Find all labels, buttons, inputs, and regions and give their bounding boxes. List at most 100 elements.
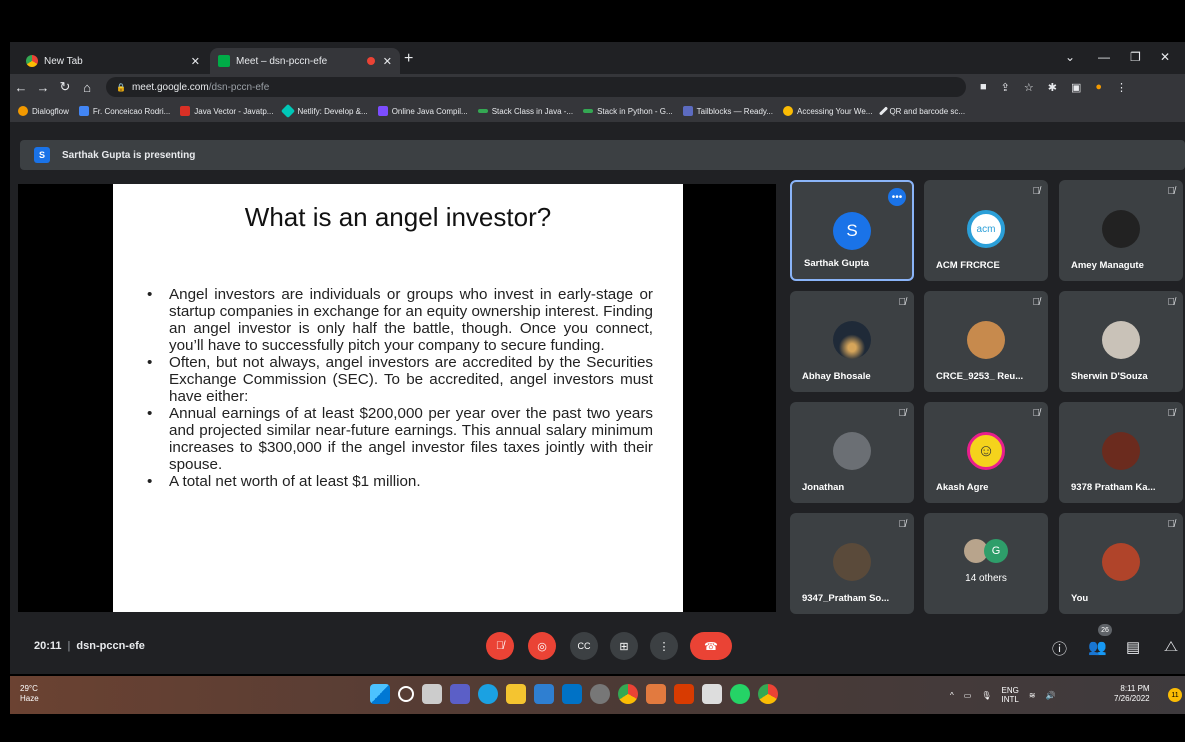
- participant-name: You: [1071, 593, 1089, 604]
- participant-tile[interactable]: 🎙̸ Abhay Bhosale: [790, 291, 914, 392]
- snip-icon[interactable]: [702, 684, 722, 704]
- search-icon[interactable]: [398, 686, 414, 702]
- avatar: G: [984, 539, 1008, 563]
- weather-condition: Haze: [20, 694, 39, 703]
- avatar: [1102, 543, 1140, 581]
- bookmark-item[interactable]: Stack in Python - G...: [583, 107, 673, 116]
- participant-tile[interactable]: ••• S Sarthak Gupta: [790, 180, 914, 281]
- chat-icon[interactable]: ▤: [1126, 638, 1140, 656]
- weather-widget[interactable]: 29°C Haze: [20, 684, 39, 704]
- participant-tile[interactable]: 🎙̸ 9347_Pratham So...: [790, 513, 914, 614]
- bookmark-item[interactable]: QR and barcode sc...: [879, 106, 965, 116]
- star-icon[interactable]: ☆: [1024, 81, 1034, 94]
- office-icon[interactable]: [674, 684, 694, 704]
- minimize-icon[interactable]: —: [1098, 50, 1110, 64]
- url-path: /dsn-pccn-efe: [208, 81, 270, 93]
- participant-tile[interactable]: 🎙̸ CRCE_9253_ Reu...: [924, 291, 1048, 392]
- wifi-icon[interactable]: ≋: [1029, 691, 1036, 700]
- bookmark-icon: [18, 106, 28, 116]
- chrome-icon[interactable]: [618, 684, 638, 704]
- activities-icon[interactable]: ⧍: [1164, 638, 1178, 655]
- close-icon[interactable]: ✕: [383, 55, 392, 68]
- language-indicator[interactable]: ENG INTL: [1001, 686, 1018, 704]
- leave-call-button[interactable]: ☎: [690, 632, 732, 660]
- mic-off-icon: 🎙̸: [898, 297, 907, 308]
- mail-icon[interactable]: [562, 684, 582, 704]
- others-label: 14 others: [965, 573, 1007, 584]
- bookmark-icon: [477, 109, 488, 113]
- profile-avatar[interactable]: ●: [1095, 81, 1102, 93]
- meeting-info: 20:11 | dsn-pccn-efe: [34, 640, 145, 652]
- bookmark-item[interactable]: Fr. Conceicao Rodri...: [78, 106, 170, 116]
- edge-icon[interactable]: [478, 684, 498, 704]
- maximize-icon[interactable]: ❐: [1130, 50, 1141, 64]
- bookmark-item[interactable]: Tailblocks — Ready...: [682, 106, 773, 116]
- share-icon[interactable]: ⇪: [1001, 81, 1010, 94]
- reload-icon[interactable]: ↻: [54, 79, 76, 95]
- meet-icon: [218, 55, 230, 67]
- people-icon[interactable]: 👥: [1088, 638, 1107, 656]
- tab-new-tab[interactable]: New Tab ✕: [18, 48, 208, 74]
- participant-tile[interactable]: 🎙̸ Sherwin D'Souza: [1059, 291, 1183, 392]
- others-tile[interactable]: G 14 others: [924, 513, 1048, 614]
- new-tab-button[interactable]: +: [404, 50, 413, 68]
- close-icon[interactable]: ✕: [191, 55, 200, 68]
- participant-tile[interactable]: 🎙̸ Jonathan: [790, 402, 914, 503]
- avatar: [967, 321, 1005, 359]
- bookmark-item[interactable]: Accessing Your We...: [783, 106, 872, 116]
- bookmark-icon: [281, 103, 296, 119]
- info-icon[interactable]: ⓘ: [1052, 638, 1067, 659]
- camera-off-button[interactable]: ◎: [528, 632, 556, 660]
- presenting-banner: S Sarthak Gupta is presenting: [20, 140, 1185, 170]
- more-options-button[interactable]: ⋮: [650, 632, 678, 660]
- teams-icon[interactable]: [450, 684, 470, 704]
- bookmark-item[interactable]: Online Java Compil...: [377, 106, 468, 116]
- participant-tile[interactable]: 🎙̸ Amey Managute: [1059, 180, 1183, 281]
- bookmark-icon: [682, 106, 693, 116]
- chevron-up-icon[interactable]: ^: [950, 691, 954, 700]
- whatsapp-icon[interactable]: [730, 684, 750, 704]
- more-options-icon[interactable]: •••: [888, 188, 906, 206]
- figma-icon[interactable]: [646, 684, 666, 704]
- dell-icon[interactable]: [590, 684, 610, 704]
- bookmark-item[interactable]: Dialogflow: [18, 106, 69, 116]
- participant-tile[interactable]: 🎙̸ ☺ Akash Agre: [924, 402, 1048, 503]
- sidepanel-icon[interactable]: ▣: [1071, 81, 1081, 94]
- self-tile[interactable]: 🎙̸ You: [1059, 513, 1183, 614]
- tab-meet[interactable]: Meet – dsn-pccn-efe ✕: [210, 48, 400, 74]
- meeting-code: dsn-pccn-efe: [76, 640, 145, 652]
- bookmark-icon: [583, 109, 594, 113]
- slide-bullet: A total net worth of at least $1 million…: [143, 473, 653, 490]
- forward-icon[interactable]: →: [32, 80, 54, 95]
- home-icon[interactable]: ⌂: [76, 80, 98, 95]
- file-explorer-icon[interactable]: [506, 684, 526, 704]
- recording-icon: [366, 57, 375, 65]
- camera-icon[interactable]: ■: [980, 81, 987, 93]
- back-icon[interactable]: ←: [10, 80, 32, 95]
- url-input[interactable]: 🔒 meet.google.com /dsn-pccn-efe: [106, 77, 966, 97]
- menu-icon[interactable]: ⋮: [1116, 81, 1127, 94]
- bookmark-item[interactable]: Java Vector - Javatp...: [180, 106, 273, 116]
- present-button[interactable]: ⊞: [610, 632, 638, 660]
- clock[interactable]: 8:11 PM 7/26/2022: [1114, 684, 1150, 704]
- address-bar-row: ← → ↻ ⌂ 🔒 meet.google.com /dsn-pccn-efe …: [10, 74, 1185, 100]
- extensions-icon[interactable]: ✱: [1048, 81, 1057, 94]
- task-view-icon[interactable]: [422, 684, 442, 704]
- battery-icon[interactable]: ▭: [964, 691, 972, 700]
- tab-search-icon[interactable]: ⌄: [1065, 50, 1075, 64]
- bookmark-item[interactable]: Netlify: Develop &...: [281, 103, 368, 119]
- mic-icon[interactable]: 🎙: [981, 691, 991, 700]
- close-window-icon[interactable]: ✕: [1160, 50, 1170, 64]
- avatar: acm: [967, 210, 1005, 248]
- mic-off-button[interactable]: 🎙̸: [486, 632, 514, 660]
- store-icon[interactable]: [534, 684, 554, 704]
- bookmark-item[interactable]: Stack Class in Java -...: [477, 107, 573, 116]
- notification-badge[interactable]: 11: [1168, 688, 1182, 702]
- start-icon[interactable]: [370, 684, 390, 704]
- chrome-icon[interactable]: [758, 684, 778, 704]
- participant-tile[interactable]: 🎙̸ 9378 Pratham Ka...: [1059, 402, 1183, 503]
- volume-icon[interactable]: 🔊: [1046, 691, 1056, 700]
- mic-off-icon: 🎙̸: [1167, 186, 1176, 197]
- participant-tile[interactable]: 🎙̸ acm ACM FRCRCE: [924, 180, 1048, 281]
- captions-button[interactable]: CC: [570, 632, 598, 660]
